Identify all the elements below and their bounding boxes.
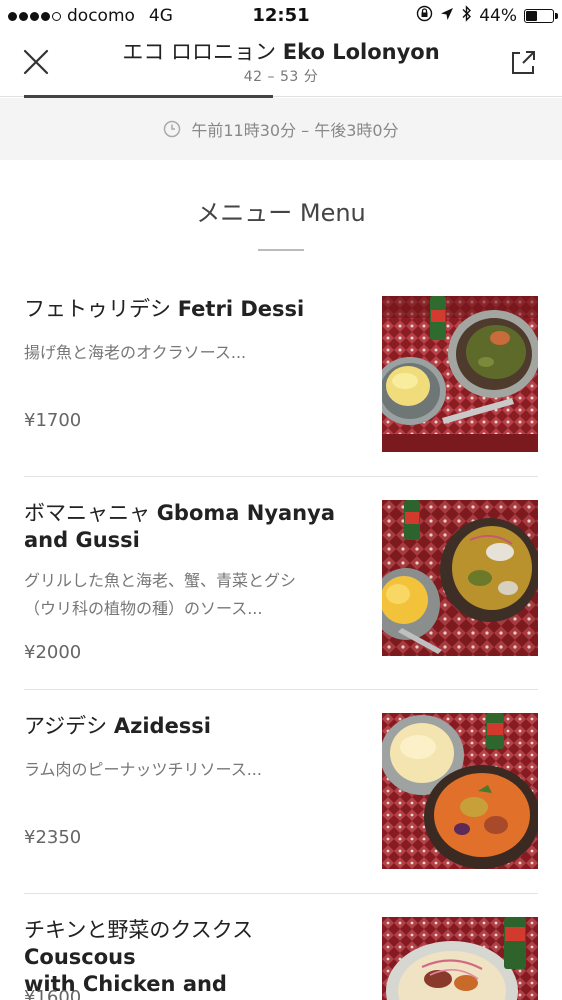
menu-item-name-en: Couscous — [24, 945, 136, 969]
delivery-time: 42 – 53 分 — [243, 69, 319, 85]
menu-item-price: ¥1600 — [24, 987, 82, 1000]
menu-item-name-en: Azidessi — [113, 714, 212, 738]
menu-item-divider — [24, 689, 538, 690]
restaurant-name-en: Eko Lolonyon — [282, 40, 440, 64]
orientation-lock-icon — [416, 5, 433, 27]
menu-item-price: ¥2000 — [24, 642, 82, 663]
azidessi-photo — [382, 713, 538, 869]
restaurant-title: エコ ロロニョン Eko Lolonyon — [0, 36, 562, 66]
menu-item-couscous[interactable]: チキンと野菜のクスクス Couscous with Chicken and Ve… — [24, 917, 538, 1000]
menu-item-description: ラム肉のピーナッツチリソース... — [24, 760, 262, 779]
clock-icon — [164, 120, 181, 138]
gboma-nyanya-photo — [382, 500, 538, 656]
menu-item-description: 揚げ魚と海老のオクラソース... — [24, 343, 247, 362]
opening-hours: 午前11時30分 – 午後3時0分 — [0, 98, 562, 160]
menu-item-description-line: （ウリ科の植物の種）のソース... — [24, 599, 263, 618]
menu-item-azidessi[interactable]: アジデシ Azidessi ラム肉のピーナッツチリソース... ¥2350 — [24, 713, 538, 869]
share-external-icon — [512, 51, 535, 74]
menu-item-gboma-nyanya[interactable]: ボマニャニャ Gboma Nyanya and Gussi グリルした魚と海老、… — [24, 500, 538, 663]
fetri-dessi-photo — [382, 296, 538, 452]
menu-heading-rule — [258, 249, 304, 251]
restaurant-name-ja: エコ ロロニョン — [122, 40, 277, 64]
menu-item-name-ja: アジデシ — [24, 714, 108, 738]
menu-item-divider — [24, 893, 538, 894]
menu-item-description-line: グリルした魚と海老、蟹、青菜とグシ — [24, 571, 297, 590]
menu-item-name-ja: チキンと野菜のクスクス — [24, 918, 254, 942]
restaurant-header: エコ ロロニョン Eko Lolonyon 42 – 53 分 — [0, 32, 562, 96]
menu-item-name-ja: フェトゥリデシ — [24, 297, 171, 321]
menu-heading: メニュー Menu — [196, 199, 366, 227]
menu-item-name: アジデシ Azidessi — [24, 713, 364, 740]
menu-item-fetri-dessi[interactable]: フェトゥリデシ Fetri Dessi 揚げ魚と海老のオクラソース... ¥17… — [24, 296, 538, 452]
battery-percent: 44% — [479, 6, 517, 26]
menu-item-name-en: Fetri Dessi — [177, 297, 305, 321]
location-arrow-icon — [440, 6, 454, 26]
menu-item-price: ¥2350 — [24, 827, 82, 848]
opening-hours-text: 午前11時30分 – 午後3時0分 — [191, 121, 399, 140]
status-bar: docomo 4G 12:51 44% — [0, 0, 562, 32]
menu-item-description: グリルした魚と海老、蟹、青菜とグシ （ウリ科の植物の種）のソース... — [24, 567, 344, 623]
menu-item-name-ja: ボマニャニャ — [24, 501, 150, 525]
bluetooth-icon — [461, 5, 472, 27]
couscous-photo — [382, 917, 538, 1000]
menu-item-divider — [24, 476, 538, 477]
battery-icon — [524, 9, 558, 23]
share-button[interactable] — [506, 46, 540, 80]
menu-item-price: ¥1700 — [24, 410, 82, 431]
menu-item-name: ボマニャニャ Gboma Nyanya and Gussi — [24, 500, 364, 554]
menu-item-name: フェトゥリデシ Fetri Dessi — [24, 296, 364, 323]
